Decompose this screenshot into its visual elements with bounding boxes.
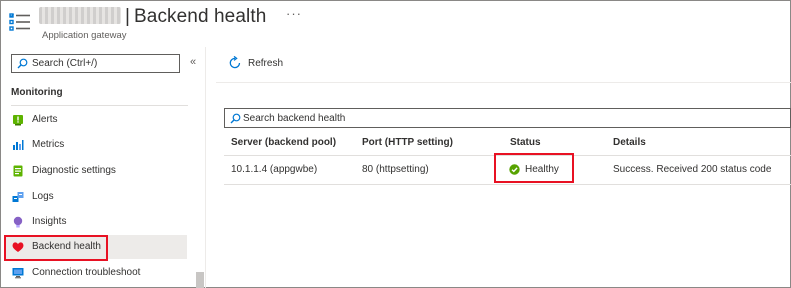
sidebar-scrollbar-thumb[interactable]: [196, 272, 204, 288]
title-separator: |: [125, 6, 130, 27]
column-header-port[interactable]: Port (HTTP setting): [362, 137, 453, 148]
backend-health-search-placeholder: Search backend health: [243, 113, 346, 124]
more-actions-button[interactable]: ···: [286, 6, 302, 21]
resource-menu: Search (Ctrl+/) « Monitoring Alerts Metr…: [1, 47, 204, 288]
sidebar-item-label: Logs: [32, 191, 54, 202]
column-header-details[interactable]: Details: [613, 137, 646, 148]
search-icon: [17, 58, 28, 69]
alerts-icon: [13, 115, 23, 126]
refresh-label: Refresh: [248, 58, 284, 69]
application-gateway-icon: [9, 13, 30, 31]
column-header-server[interactable]: Server (backend pool): [231, 137, 336, 148]
resource-name-redacted: [39, 7, 121, 24]
sidebar-item-alerts[interactable]: Alerts: [4, 108, 187, 132]
menu-group-monitoring: Monitoring: [11, 87, 63, 98]
blade-header: | Backend health ··· Application gateway: [0, 0, 789, 46]
diagnostic-settings-icon: [13, 165, 23, 177]
search-icon: [230, 113, 241, 124]
logs-icon: [12, 192, 24, 202]
insights-icon: [13, 216, 23, 228]
cell-details: Success. Received 200 status code: [613, 164, 772, 175]
toolbar-divider: [216, 82, 791, 83]
cell-server: 10.1.1.4 (appgwbe): [231, 164, 318, 175]
sidebar-item-label: Metrics: [32, 139, 65, 150]
sidebar-item-diagnostic-settings[interactable]: Diagnostic settings: [4, 159, 187, 183]
table-row-divider: [224, 184, 791, 185]
sidebar-item-connection-troubleshoot[interactable]: Connection troubleshoot: [4, 261, 187, 285]
sidebar-item-label: Alerts: [32, 114, 58, 125]
sidebar-item-label: Connection troubleshoot: [32, 267, 141, 278]
backend-health-search-input[interactable]: Search backend health: [224, 108, 791, 128]
sidebar-item-metrics[interactable]: Metrics: [4, 133, 187, 157]
page-title: Backend health: [134, 6, 267, 27]
sidebar-item-logs[interactable]: Logs: [4, 185, 187, 209]
monitor-icon: [12, 268, 24, 279]
cell-port: 80 (httpsetting): [362, 164, 429, 175]
menu-search-input[interactable]: Search (Ctrl+/): [11, 54, 180, 73]
collapse-menu-button[interactable]: «: [190, 56, 196, 68]
sidebar-item-label: Insights: [32, 216, 67, 227]
sidebar-item-insights[interactable]: Insights: [4, 210, 187, 234]
resource-type-subtitle: Application gateway: [42, 30, 127, 41]
menu-search-placeholder: Search (Ctrl+/): [32, 58, 98, 69]
menu-group-divider: [11, 105, 188, 106]
column-header-status[interactable]: Status: [510, 137, 541, 148]
sidebar-scrollbar[interactable]: [193, 85, 204, 287]
refresh-icon: [229, 56, 241, 69]
selected-item-highlight: [4, 235, 108, 261]
sidebar-item-label: Diagnostic settings: [32, 165, 116, 176]
sidebar-divider: [205, 47, 206, 288]
metrics-icon: [13, 140, 24, 150]
status-highlight-box: [494, 153, 574, 183]
